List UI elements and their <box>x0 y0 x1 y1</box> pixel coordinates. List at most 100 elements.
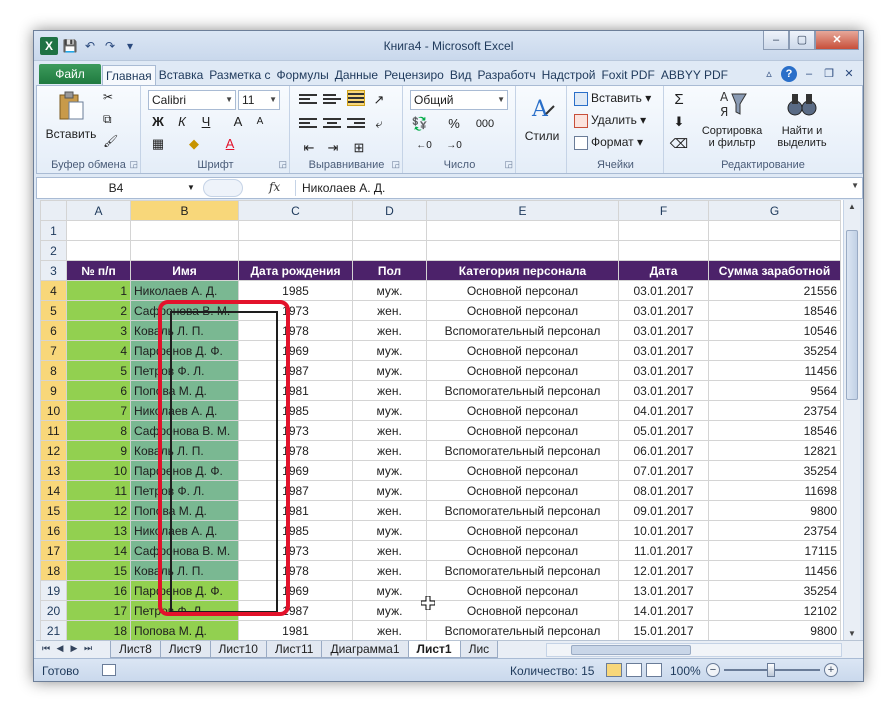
cell-category[interactable]: Вспомогательный персонал <box>426 620 619 640</box>
cell-category[interactable]: Основной персонал <box>426 520 619 541</box>
row-header[interactable]: 9 <box>40 380 67 401</box>
prev-sheet-icon[interactable]: ◀ <box>54 643 66 654</box>
table-header-cell[interactable]: Сумма заработной <box>708 260 841 281</box>
cell-sex[interactable]: муж. <box>352 600 427 621</box>
cell-birth-year[interactable]: 1969 <box>238 340 353 361</box>
cell-category[interactable]: Основной персонал <box>426 460 619 481</box>
italic-button[interactable]: К <box>172 112 192 132</box>
table-header-cell[interactable]: Дата рождения <box>238 260 353 281</box>
close-button[interactable]: ✕ <box>815 31 859 50</box>
horizontal-scrollbar[interactable] <box>546 643 842 657</box>
thousands-button[interactable]: 000 <box>470 114 500 134</box>
cell-number[interactable]: 13 <box>66 520 131 541</box>
formula-input[interactable]: Николаев А. Д. <box>295 180 385 196</box>
tab-0[interactable]: Главная <box>102 65 156 86</box>
cell[interactable] <box>708 240 841 261</box>
cell-number[interactable]: 9 <box>66 440 131 461</box>
cell-birth-year[interactable]: 1987 <box>238 600 353 621</box>
cell-sex[interactable]: муж. <box>352 580 427 601</box>
cell-sex[interactable]: жен. <box>352 620 427 640</box>
cell-salary[interactable]: 10546 <box>708 320 841 341</box>
cell-salary[interactable]: 12821 <box>708 440 841 461</box>
cell-number[interactable]: 17 <box>66 600 131 621</box>
cell-name[interactable]: Николаев А. Д. <box>130 520 239 541</box>
increase-decimal-icon[interactable]: ←0 <box>414 136 434 156</box>
cell-salary[interactable]: 35254 <box>708 580 841 601</box>
cell-salary[interactable]: 21556 <box>708 280 841 301</box>
cell-table[interactable]: A B C D E F G 1 2 3 № п/п Имя Дата рождения Пол Катего… <box>40 200 841 640</box>
column-header[interactable]: D <box>352 200 427 221</box>
cell-sex[interactable]: муж. <box>352 520 427 541</box>
cell-number[interactable]: 10 <box>66 460 131 481</box>
worksheet-grid[interactable]: A B C D E F G 1 2 3 № п/п Имя Дата рождения Пол Катего… <box>40 200 843 640</box>
cell-salary[interactable]: 23754 <box>708 400 841 421</box>
cell-number[interactable]: 11 <box>66 480 131 501</box>
cell-number[interactable]: 7 <box>66 400 131 421</box>
cell-salary[interactable]: 18546 <box>708 300 841 321</box>
clipboard-launcher-icon[interactable]: ◲ <box>129 159 138 170</box>
cell-category[interactable]: Основной персонал <box>426 420 619 441</box>
cell-sex[interactable]: муж. <box>352 280 427 301</box>
macro-record-icon[interactable] <box>102 664 116 676</box>
decrease-indent-icon[interactable]: ⇤ <box>299 138 319 158</box>
sort-filter-button[interactable]: AЯ Сортировка и фильтр <box>697 88 767 149</box>
row-header[interactable]: 4 <box>40 280 67 301</box>
cell-category[interactable]: Вспомогательный персонал <box>426 440 619 461</box>
cell-sex[interactable]: жен. <box>352 560 427 581</box>
cell-date[interactable]: 14.01.2017 <box>618 600 709 621</box>
help-icon[interactable]: ? <box>781 66 797 82</box>
name-box[interactable]: B4 <box>41 180 191 196</box>
row-header[interactable]: 20 <box>40 600 67 621</box>
row-header[interactable]: 14 <box>40 480 67 501</box>
row-header[interactable]: 16 <box>40 520 67 541</box>
column-header[interactable]: G <box>708 200 841 221</box>
cell-birth-year[interactable]: 1973 <box>238 540 353 561</box>
cell-number[interactable]: 1 <box>66 280 131 301</box>
align-center-icon[interactable] <box>323 116 341 132</box>
cell-name[interactable]: Петров Ф. Л. <box>130 600 239 621</box>
row-header[interactable]: 21 <box>40 620 67 640</box>
column-header[interactable]: A <box>66 200 131 221</box>
cell[interactable] <box>618 220 709 241</box>
cell-name[interactable]: Коваль Л. П. <box>130 560 239 581</box>
tab-9[interactable]: Foxit PDF <box>598 65 657 85</box>
cell-sex[interactable]: жен. <box>352 500 427 521</box>
tab-1[interactable]: Вставка <box>156 65 207 85</box>
cell-sex[interactable]: муж. <box>352 480 427 501</box>
sheet-tab[interactable]: Лист1 <box>407 641 461 658</box>
status-count[interactable]: Количество: 15 <box>510 664 594 678</box>
cell-birth-year[interactable]: 1973 <box>238 420 353 441</box>
cell-name[interactable]: Петров Ф. Л. <box>130 360 239 381</box>
collapse-ribbon-icon[interactable]: ▵ <box>761 66 777 82</box>
delete-cells-button[interactable]: Удалить ▾ <box>574 113 646 128</box>
tab-5[interactable]: Рецензиро <box>381 65 447 85</box>
cell-salary[interactable]: 17115 <box>708 540 841 561</box>
cell-date[interactable]: 12.01.2017 <box>618 560 709 581</box>
cell-date[interactable]: 10.01.2017 <box>618 520 709 541</box>
row-header[interactable]: 15 <box>40 500 67 521</box>
close-workbook-icon[interactable]: ✕ <box>841 66 857 82</box>
fill-icon[interactable]: ⬇ <box>669 112 689 132</box>
cell-salary[interactable]: 11698 <box>708 480 841 501</box>
cut-icon[interactable]: ✂ <box>103 90 113 104</box>
alignment-launcher-icon[interactable]: ◲ <box>391 159 400 170</box>
cell-name[interactable]: Николаев А. Д. <box>130 280 239 301</box>
sheet-tab[interactable]: Лис <box>459 641 499 658</box>
cell-category[interactable]: Основной персонал <box>426 580 619 601</box>
zoom-level[interactable]: 100% <box>670 664 701 678</box>
table-header-cell[interactable]: Имя <box>130 260 239 281</box>
cell-date[interactable]: 03.01.2017 <box>618 360 709 381</box>
scroll-up-icon[interactable]: ▲ <box>844 202 860 211</box>
align-middle-icon[interactable] <box>323 92 341 108</box>
sheet-tab[interactable]: Лист10 <box>209 641 267 658</box>
merge-cells-icon[interactable]: ⊞ <box>349 138 369 158</box>
cell-date[interactable]: 04.01.2017 <box>618 400 709 421</box>
cell-category[interactable]: Основной персонал <box>426 400 619 421</box>
grow-font-button[interactable]: A <box>228 112 248 132</box>
cell-category[interactable]: Вспомогательный персонал <box>426 320 619 341</box>
cell-salary[interactable]: 9564 <box>708 380 841 401</box>
cell-name[interactable]: Попова М. Д. <box>130 380 239 401</box>
cell-sex[interactable]: жен. <box>352 540 427 561</box>
zoom-out-button[interactable]: − <box>706 663 720 677</box>
currency-icon[interactable]: 💱 <box>410 114 430 134</box>
